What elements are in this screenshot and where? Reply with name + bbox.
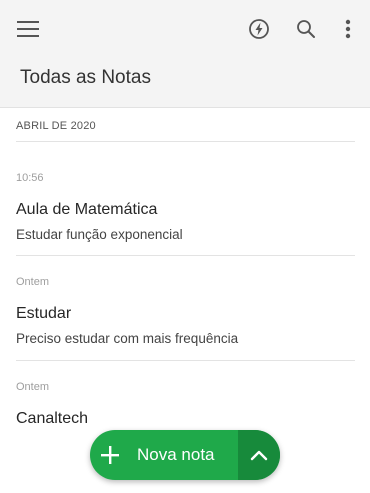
- note-item[interactable]: Ontem Canaltech: [16, 379, 355, 429]
- chevron-up-icon: [250, 450, 268, 461]
- note-item[interactable]: Ontem Estudar Preciso estudar com mais f…: [16, 274, 355, 348]
- plus-icon: [101, 446, 119, 464]
- divider: [16, 141, 355, 142]
- menu-icon: [17, 21, 39, 37]
- note-time: Ontem: [16, 381, 50, 393]
- app-bar: Todas as Notas: [0, 0, 370, 108]
- new-note-fab: Nova nota: [90, 430, 280, 480]
- note-title: Estudar: [16, 305, 72, 322]
- new-note-button[interactable]: Nova nota: [90, 430, 238, 480]
- note-title: Aula de Matemática: [16, 201, 158, 218]
- expand-fab-button[interactable]: [238, 430, 280, 480]
- new-note-label: Nova nota: [137, 445, 215, 464]
- search-button[interactable]: [291, 14, 321, 44]
- search-icon: [297, 20, 315, 38]
- page-title: Todas as Notas: [20, 67, 151, 88]
- note-title: Canaltech: [16, 410, 89, 427]
- note-time: Ontem: [16, 276, 50, 288]
- note-item[interactable]: 10:56 Aula de Matemática Estudar função …: [16, 170, 355, 244]
- more-vert-icon: [345, 19, 351, 39]
- note-snippet: Estudar função exponencial: [16, 227, 183, 242]
- menu-button[interactable]: [12, 14, 44, 44]
- note-time: 10:56: [16, 172, 44, 184]
- divider: [16, 360, 355, 361]
- notes-screen: Todas as Notas ABRIL DE 2020 10:56 Aula …: [0, 0, 370, 493]
- more-options-button[interactable]: [336, 14, 360, 44]
- month-header: ABRIL DE 2020: [16, 120, 96, 132]
- lightning-icon: [249, 19, 269, 39]
- note-snippet: Preciso estudar com mais frequência: [16, 331, 239, 346]
- divider: [16, 255, 355, 256]
- quick-action-button[interactable]: [244, 14, 274, 44]
